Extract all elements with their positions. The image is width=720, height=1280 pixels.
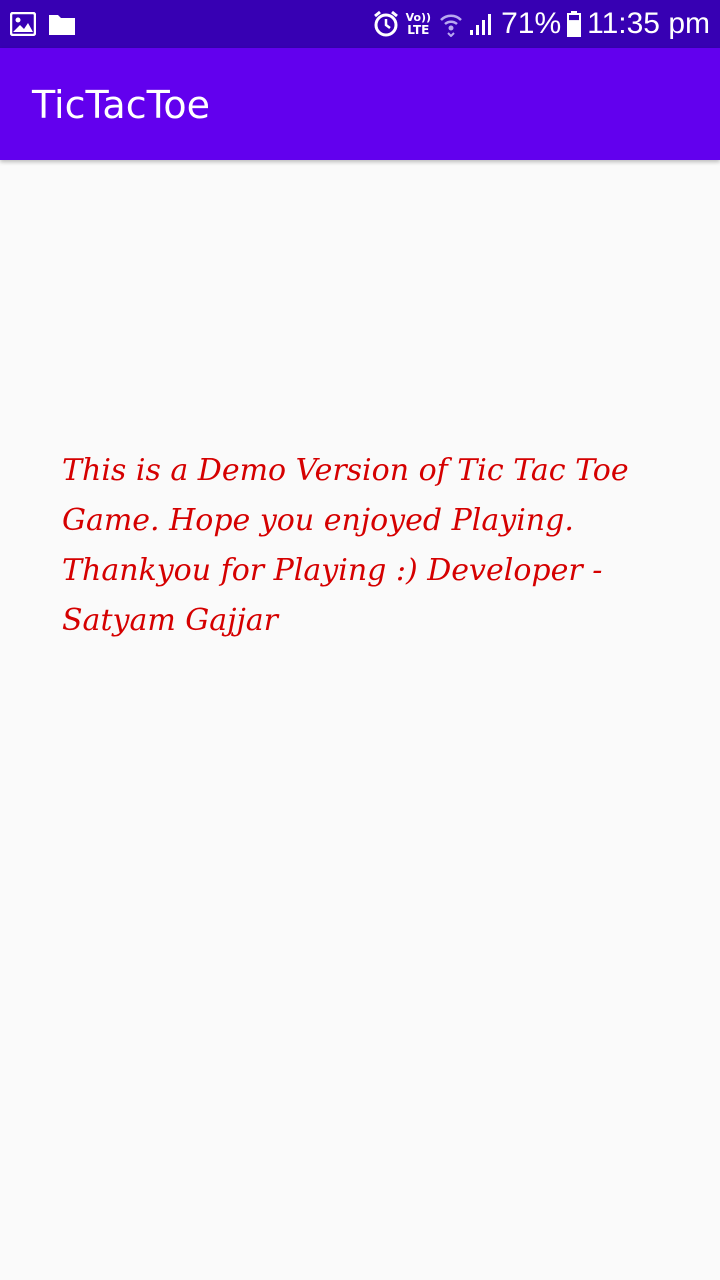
folder-icon	[48, 12, 76, 36]
app-bar: TicTacToe	[0, 48, 720, 160]
status-left-icons	[10, 12, 76, 36]
wifi-icon	[439, 11, 463, 37]
alarm-icon	[372, 10, 400, 38]
battery-percent: 71%	[501, 7, 562, 40]
status-right-icons: Vo)) LTE 71% 11:35 pm	[372, 0, 710, 48]
volte-lte-icon: Vo)) LTE	[406, 12, 432, 37]
clock: 11:35 pm	[587, 7, 710, 40]
status-bar: Vo)) LTE 71% 11:35 pm	[0, 0, 720, 48]
demo-message: This is a Demo Version of Tic Tac Toe Ga…	[62, 453, 629, 638]
app-title: TicTacToe	[32, 83, 210, 127]
lte-label: LTE	[407, 23, 430, 37]
battery-icon	[567, 11, 582, 37]
gallery-icon	[10, 12, 36, 36]
signal-icon	[469, 11, 495, 37]
